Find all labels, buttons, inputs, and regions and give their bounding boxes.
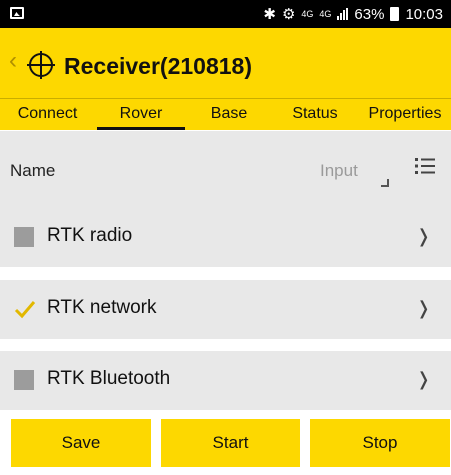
list-icon[interactable] — [415, 157, 435, 175]
signal-icon — [337, 8, 349, 20]
name-label: Name — [10, 161, 56, 180]
tab-rover[interactable]: Rover — [95, 99, 187, 130]
battery-percent: 63% — [354, 5, 385, 23]
option-label: RTK radio — [47, 225, 133, 246]
chevron-right-icon: ❭ — [416, 369, 432, 389]
network-4g-a: 4G — [301, 8, 314, 19]
start-button[interactable]: Start — [161, 419, 300, 467]
battery-icon — [390, 7, 400, 21]
status-icons: ✱ ⚙ 4G 4G 63% 10:03 — [263, 5, 443, 24]
chevron-right-icon: ❭ — [416, 226, 432, 246]
checkbox-unchecked[interactable] — [14, 370, 34, 390]
chevron-right-icon: ❭ — [416, 298, 432, 318]
app-header: ‹ Receiver(210818) — [0, 28, 451, 98]
tab-bar: Connect Rover Base Status Properties — [0, 98, 451, 130]
tab-base[interactable]: Base — [187, 99, 271, 130]
status-bar: ✱ ⚙ 4G 4G 63% 10:03 — [0, 0, 451, 28]
option-label: RTK network — [47, 297, 157, 318]
image-notification-icon — [10, 7, 24, 19]
input-corner-mark — [381, 179, 389, 187]
notification-icon: ⚙ — [281, 6, 296, 23]
clock: 10:03 — [405, 5, 443, 23]
save-button[interactable]: Save — [11, 419, 151, 467]
tab-status[interactable]: Status — [271, 99, 359, 130]
option-label: RTK Bluetooth — [47, 368, 171, 389]
name-row: Name Input — [0, 131, 451, 211]
tab-properties[interactable]: Properties — [359, 99, 451, 130]
checkbox-unchecked[interactable] — [14, 227, 34, 247]
stop-button[interactable]: Stop — [310, 419, 450, 467]
checkbox-checked-icon[interactable] — [14, 298, 36, 320]
tab-connect[interactable]: Connect — [0, 99, 95, 130]
back-icon[interactable]: ‹ — [9, 47, 17, 75]
network-4g-b: 4G — [319, 8, 332, 19]
option-rtk-bluetooth[interactable]: RTK Bluetooth ❭ — [0, 351, 451, 410]
page-title: Receiver(210818) — [64, 53, 252, 79]
crosshair-target-icon — [27, 51, 55, 79]
option-rtk-network[interactable]: RTK network ❭ — [0, 280, 451, 339]
bluetooth-icon: ✱ — [263, 6, 276, 23]
option-rtk-radio[interactable]: RTK radio ❭ — [0, 208, 451, 267]
name-input[interactable]: Input — [320, 161, 358, 181]
